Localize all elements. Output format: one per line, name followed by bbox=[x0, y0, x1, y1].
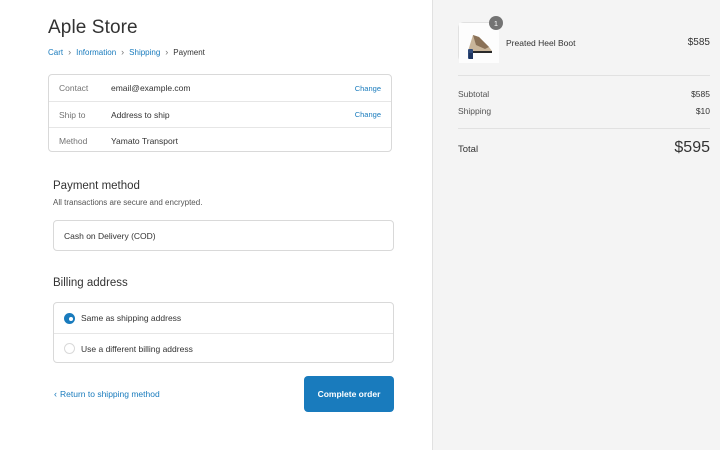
billing-option-label: Same as shipping address bbox=[81, 313, 182, 323]
breadcrumb-cart[interactable]: Cart bbox=[48, 48, 63, 57]
review-label: Ship to bbox=[59, 109, 86, 120]
review-value: Yamato Transport bbox=[111, 135, 178, 146]
breadcrumb-information[interactable]: Information bbox=[76, 48, 116, 57]
radio-unselected-icon[interactable] bbox=[64, 343, 75, 354]
review-label: Method bbox=[59, 135, 88, 146]
chevron-right-icon: › bbox=[121, 47, 125, 57]
summary-divider bbox=[458, 75, 710, 76]
payment-method-heading: Payment method bbox=[53, 180, 140, 192]
review-row-contact: Contact email@example.com Change bbox=[49, 75, 391, 101]
review-row-method: Method Yamato Transport bbox=[49, 127, 391, 153]
change-contact-link[interactable]: Change bbox=[355, 84, 381, 93]
review-value: Address to ship bbox=[111, 109, 170, 120]
shipping-label: Shipping bbox=[458, 106, 492, 116]
total-label: Total bbox=[458, 144, 479, 155]
product-price: $585 bbox=[687, 37, 710, 48]
subtotal-label: Subtotal bbox=[458, 89, 490, 99]
radio-selected-icon[interactable] bbox=[64, 312, 75, 324]
complete-order-button[interactable]: Complete order bbox=[304, 376, 394, 412]
payment-option-cod[interactable]: Cash on Delivery (COD) bbox=[53, 220, 394, 251]
total-value: $595 bbox=[674, 139, 710, 156]
shipping-value: $10 bbox=[695, 106, 710, 116]
payment-method-subtitle: All transactions are secure and encrypte… bbox=[53, 198, 203, 207]
billing-address-heading: Billing address bbox=[53, 277, 128, 289]
breadcrumb-payment: Payment bbox=[173, 47, 205, 57]
review-label: Contact bbox=[59, 83, 89, 93]
return-to-shipping-link[interactable]: ‹ Return to shipping method bbox=[54, 389, 160, 399]
billing-option-same[interactable]: Same as shipping address bbox=[54, 303, 393, 333]
checkout-main: Aple Store Cart › Information › Shipping… bbox=[0, 0, 432, 450]
subtotal-value: $585 bbox=[691, 89, 710, 99]
chevron-right-icon: › bbox=[68, 47, 72, 57]
quantity-badge: 1 bbox=[489, 16, 503, 30]
change-address-link[interactable]: Change bbox=[355, 110, 381, 119]
store-title[interactable]: Aple Store bbox=[48, 17, 138, 39]
return-link-label: Return to shipping method bbox=[60, 389, 160, 399]
billing-option-different[interactable]: Use a different billing address bbox=[54, 333, 393, 363]
order-summary-sidebar bbox=[432, 0, 720, 450]
review-value: email@example.com bbox=[111, 83, 191, 93]
breadcrumb-shipping[interactable]: Shipping bbox=[129, 48, 160, 57]
chevron-left-icon: ‹ bbox=[54, 389, 57, 399]
review-row-ship-to: Ship to Address to ship Change bbox=[49, 101, 391, 127]
billing-address-options: Same as shipping address Use a different… bbox=[53, 302, 394, 363]
breadcrumb: Cart › Information › Shipping › Payment bbox=[48, 47, 205, 57]
chevron-right-icon: › bbox=[165, 47, 169, 57]
billing-option-label: Use a different billing address bbox=[81, 343, 193, 354]
order-review-box: Contact email@example.com Change Ship to… bbox=[48, 74, 392, 152]
summary-divider bbox=[458, 128, 710, 129]
product-name: Preated Heel Boot bbox=[506, 38, 576, 48]
